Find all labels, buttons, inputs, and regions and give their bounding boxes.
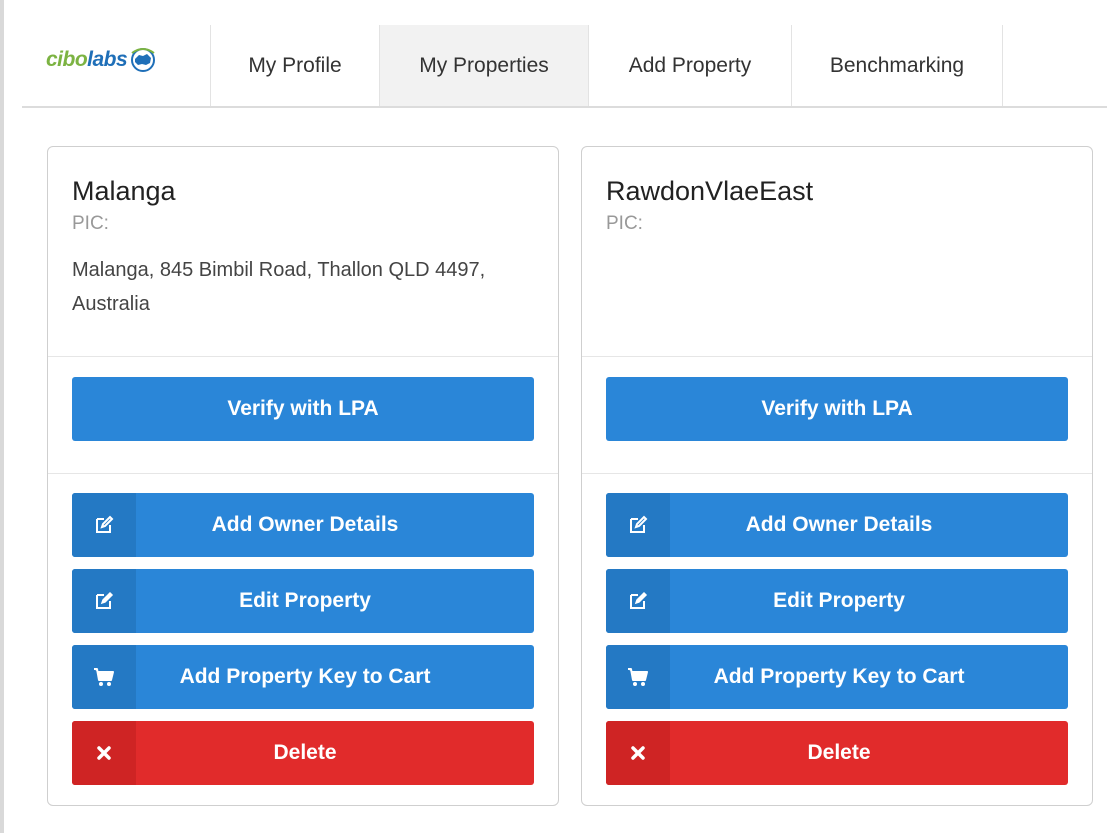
property-card: Malanga PIC: Malanga, 845 Bimbil Road, T… [47,146,559,806]
nav-tab-my-profile[interactable]: My Profile [211,25,380,106]
property-card: RawdonVlaeEast PIC: Verify with LPA Add … [581,146,1093,806]
nav-tab-benchmarking[interactable]: Benchmarking [792,25,1003,106]
delete-button[interactable]: Delete [72,721,534,785]
australia-globe-icon [131,48,156,72]
button-label: Add Owner Details [211,513,399,536]
edit-icon [72,493,136,557]
property-name: RawdonVlaeEast [606,176,814,206]
property-address: Malanga, 845 Bimbil Road, Thallon QLD 44… [72,259,486,315]
property-pic: PIC: [72,213,109,234]
window-border [0,0,4,833]
button-label: Add Property Key to Cart [713,665,965,688]
property-pic: PIC: [606,213,643,234]
close-icon [606,721,670,785]
button-label: Edit Property [239,589,371,612]
cart-icon [72,645,136,709]
button-label: Edit Property [773,589,905,612]
button-label: Add Property Key to Cart [179,665,431,688]
brand[interactable]: cibolabs [22,25,211,106]
add-to-cart-button[interactable]: Add Property Key to Cart [606,645,1068,709]
button-label: Delete [273,741,337,764]
edit-icon [606,569,670,633]
verify-section: Verify with LPA [582,357,1092,474]
nav-tab-my-properties[interactable]: My Properties [380,25,589,106]
edit-property-button[interactable]: Edit Property [606,569,1068,633]
add-owner-details-button[interactable]: Add Owner Details [606,493,1068,557]
button-label: Delete [807,741,871,764]
close-icon [72,721,136,785]
verify-lpa-button[interactable]: Verify with LPA [606,377,1068,441]
edit-property-button[interactable]: Edit Property [72,569,534,633]
top-navbar: cibolabs My Profile My Properties Add Pr… [22,25,1107,108]
add-to-cart-button[interactable]: Add Property Key to Cart [72,645,534,709]
edit-icon [606,493,670,557]
cart-icon [606,645,670,709]
add-owner-details-button[interactable]: Add Owner Details [72,493,534,557]
edit-icon [72,569,136,633]
button-label: Add Owner Details [745,513,933,536]
property-name: Malanga [72,176,176,206]
verify-lpa-button[interactable]: Verify with LPA [72,377,534,441]
property-card-header: RawdonVlaeEast PIC: [582,147,1092,357]
logo-text: cibolabs [46,48,128,71]
property-card-header: Malanga PIC: Malanga, 845 Bimbil Road, T… [48,147,558,357]
cibolabs-logo[interactable]: cibolabs [46,47,158,73]
verify-section: Verify with LPA [48,357,558,474]
nav-tab-add-property[interactable]: Add Property [589,25,792,106]
delete-button[interactable]: Delete [606,721,1068,785]
